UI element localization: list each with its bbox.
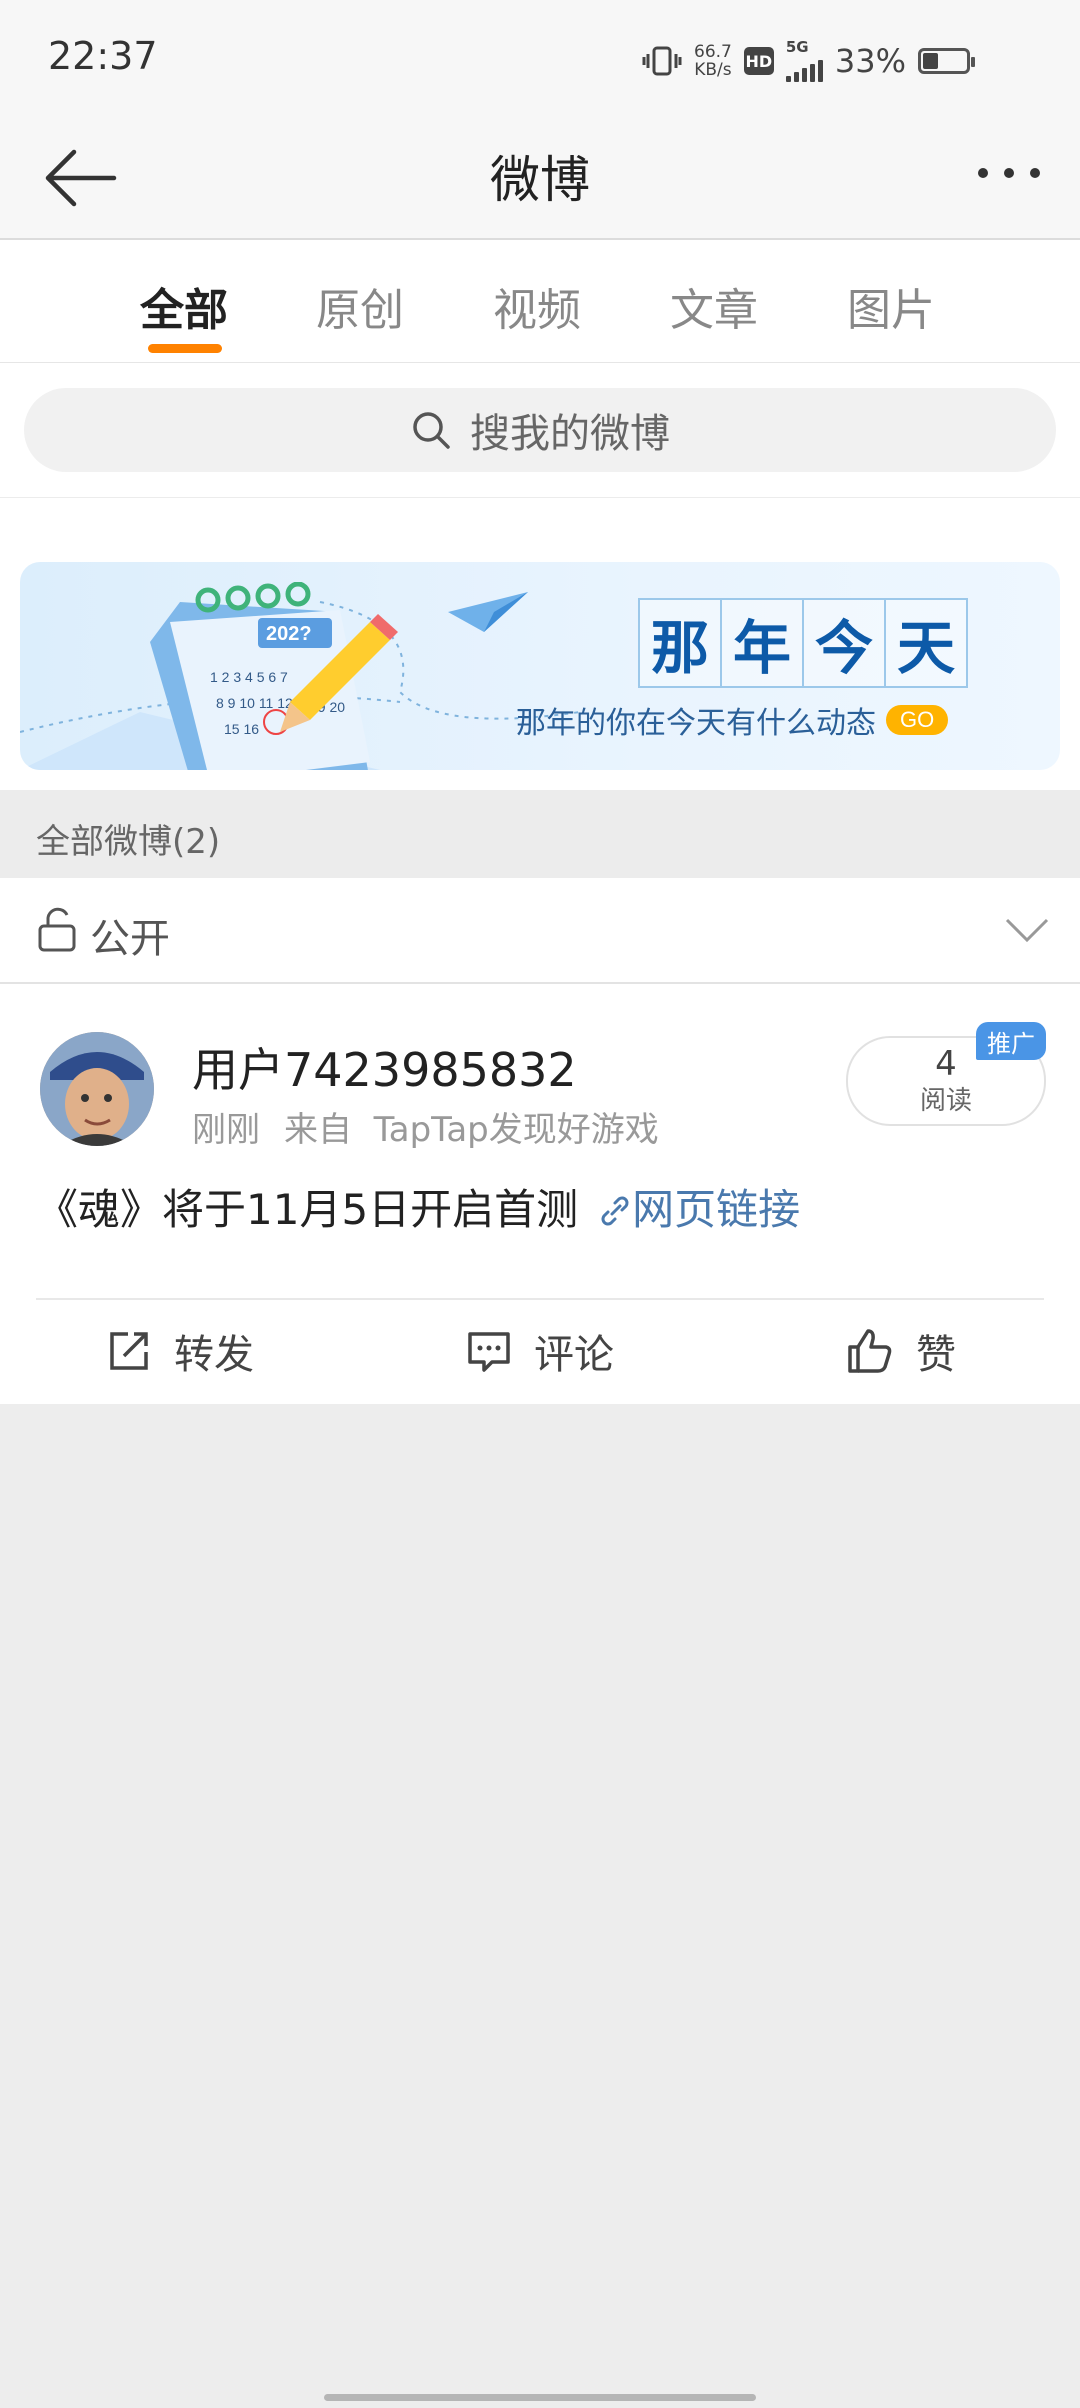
title-char: 今 <box>802 598 886 688</box>
paper-plane-icon <box>448 592 528 632</box>
search-icon <box>413 412 450 449</box>
visibility-filter[interactable]: 公开 <box>0 878 1080 984</box>
like-label: 赞 <box>916 1332 956 1378</box>
title-char: 那 <box>638 598 722 688</box>
title-char: 年 <box>720 598 804 688</box>
status-bar: 22:37 66.7 KB/s HD 5G 33% <box>0 0 1080 118</box>
avatar[interactable] <box>40 1032 154 1146</box>
comment-icon <box>468 1332 510 1372</box>
tab-original[interactable]: 原创 <box>316 274 404 338</box>
svg-text:8 9 10 11 12: 8 9 10 11 12 <box>216 695 293 711</box>
tab-video[interactable]: 视频 <box>493 274 581 338</box>
repost-button[interactable]: 转发 <box>106 1322 254 1380</box>
search-input[interactable]: 搜我的微博 <box>24 388 1056 472</box>
search-placeholder: 搜我的微博 <box>470 411 670 457</box>
repost-label: 转发 <box>174 1332 254 1378</box>
promote-badge[interactable]: 推广 <box>976 1022 1046 1060</box>
vibrate-icon <box>642 46 682 76</box>
read-label: 阅读 <box>919 1086 972 1116</box>
tab-photos[interactable]: 图片 <box>847 274 935 338</box>
comment-label: 评论 <box>534 1332 614 1378</box>
thumbs-up-icon <box>848 1329 892 1373</box>
page-title: 微博 <box>490 151 590 209</box>
link-icon <box>601 1196 629 1226</box>
title-char: 天 <box>884 598 968 688</box>
post-card: 用户7423985832 刚刚 来自 TapTap发现好游戏 4 阅读 推广 《… <box>0 984 1080 1404</box>
share-icon <box>110 1332 148 1370</box>
web-link-label: 网页链接 <box>632 1185 801 1234</box>
dot <box>1004 168 1014 178</box>
tab-all[interactable]: 全部 <box>140 274 228 338</box>
search-area: 搜我的微博 <box>0 363 1080 498</box>
like-button[interactable]: 赞 <box>846 1322 956 1380</box>
battery-icon <box>918 48 975 74</box>
visibility-label: 公开 <box>90 916 170 962</box>
post-content: 《魂》将于11月5日开启首测 网页链接 <box>36 1176 800 1237</box>
post-time: 刚刚 <box>192 1110 260 1150</box>
unlock-icon <box>38 907 76 952</box>
calendar-year: 202? <box>266 623 312 645</box>
tab-article[interactable]: 文章 <box>670 274 758 338</box>
home-indicator[interactable] <box>324 2394 756 2401</box>
dot <box>1030 168 1040 178</box>
calendar-illustration-icon: 202? 1 2 3 4 5 6 7 8 9 10 11 12 15 16 19… <box>150 582 398 770</box>
divider <box>36 1298 1044 1300</box>
dot <box>978 168 988 178</box>
on-this-day-title: 那 年 今 天 <box>638 598 968 688</box>
post-text: 《魂》将于11月5日开启首测 <box>36 1185 579 1234</box>
svg-text:15 16: 15 16 <box>224 721 259 737</box>
battery-percent: 33% <box>834 42 906 80</box>
svg-text:1 2 3 4 5 6 7: 1 2 3 4 5 6 7 <box>210 669 288 685</box>
nav-header: 微博 <box>0 118 1080 240</box>
web-link[interactable]: 网页链接 <box>598 1185 800 1234</box>
weibo-count-label: 全部微博(2) <box>36 822 221 862</box>
username[interactable]: 用户7423985832 <box>192 1034 577 1100</box>
post-meta: 刚刚 来自 TapTap发现好游戏 <box>192 1102 659 1151</box>
active-tab-indicator <box>148 344 222 353</box>
avatar-image <box>40 1032 154 1146</box>
network-speed: 66.7 KB/s <box>694 42 732 80</box>
banner-container: 202? 1 2 3 4 5 6 7 8 9 10 11 12 15 16 19… <box>0 498 1080 790</box>
clock: 22:37 <box>48 34 158 78</box>
chevron-down-icon <box>1005 918 1049 943</box>
status-icons: 66.7 KB/s HD 5G 33% <box>642 40 975 82</box>
go-button[interactable]: GO <box>886 705 949 735</box>
more-button[interactable] <box>978 168 1040 178</box>
on-this-day-subtitle: 那年的你在今天有什么动态 GO <box>516 698 949 742</box>
hd-icon: HD <box>743 47 774 75</box>
post-source[interactable]: 来自 TapTap发现好游戏 <box>284 1102 659 1151</box>
section-header: 全部微博(2) <box>0 790 1080 878</box>
signal-icon: 5G <box>785 40 823 82</box>
filter-tabs: 全部 原创 视频 文章 图片 <box>0 240 1080 363</box>
comment-button[interactable]: 评论 <box>466 1322 614 1380</box>
